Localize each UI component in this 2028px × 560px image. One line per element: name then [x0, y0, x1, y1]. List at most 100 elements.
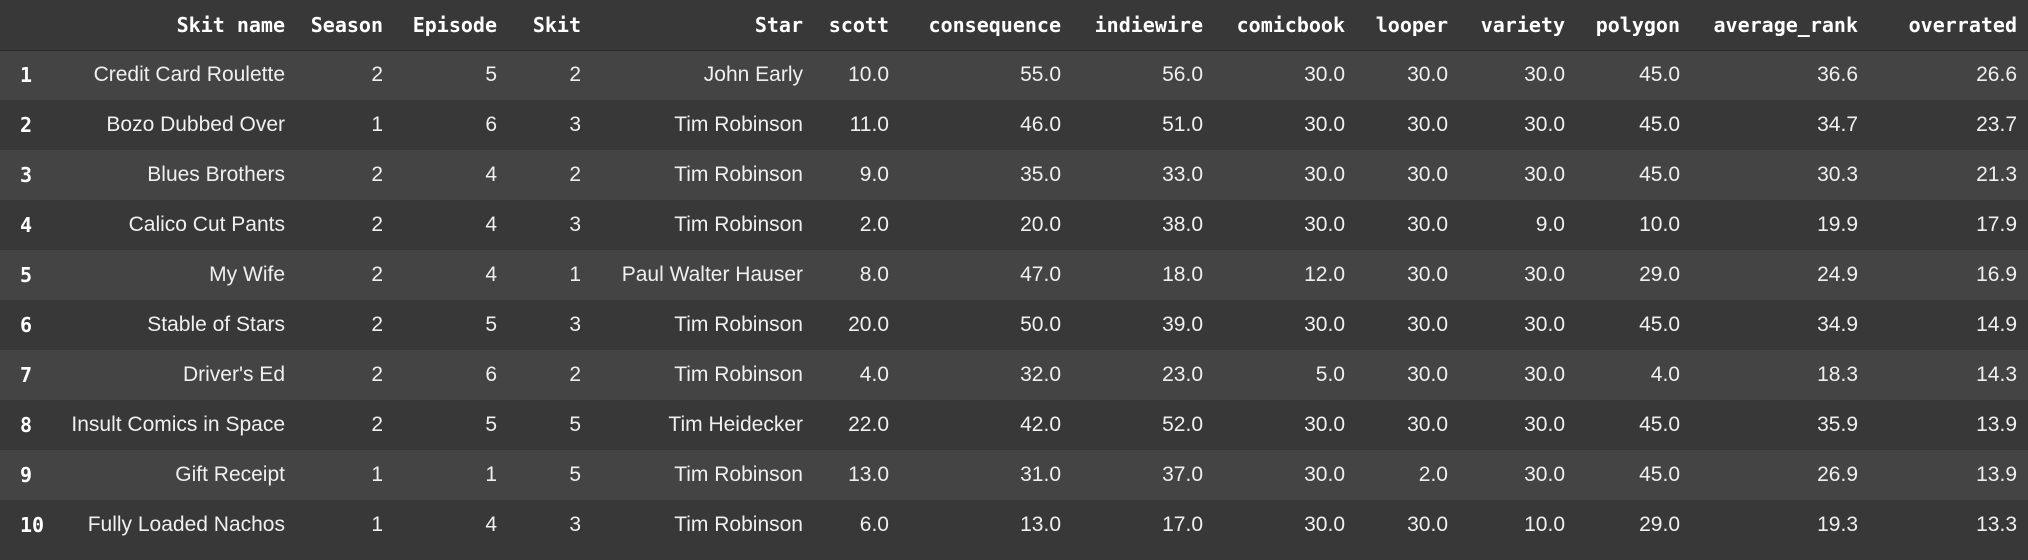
cell-skit: 2: [569, 363, 581, 386]
cell-skit: 2: [508, 49, 592, 100]
cell-variety: 30.0: [1524, 413, 1565, 436]
cell-scott: 13.0: [848, 463, 889, 486]
cell-looper: 30.0: [1407, 513, 1448, 536]
cell-season: 1: [371, 113, 383, 136]
cell-overrated: 17.9: [1976, 213, 2017, 236]
cell-star: Tim Robinson: [674, 163, 803, 186]
cell-star: Tim Robinson: [674, 213, 803, 236]
header-season: Season: [310, 12, 383, 37]
cell-comicbook: 12.0: [1304, 263, 1345, 286]
row-index: 1: [0, 49, 48, 100]
cell-indiewire: 23.0: [1162, 363, 1203, 386]
header-overrated: overrated: [1908, 12, 2017, 37]
cell-polygon: 29.0: [1639, 513, 1680, 536]
header-episode: Episode: [412, 12, 497, 37]
header-row: Skit name Season Episode Skit Star scott…: [0, 0, 2028, 50]
header-skit-name: Skit name: [176, 12, 285, 37]
table-row: 5 My Wife 2 4 1 Paul Walter Hauser 8.0 4…: [0, 250, 2028, 300]
row-index: 5: [20, 263, 33, 287]
cell-skit-name: Driver's Ed: [182, 363, 285, 386]
cell-star: Tim Robinson: [674, 463, 803, 486]
header-looper: looper: [1375, 12, 1448, 37]
cell-consequence: 47.0: [1020, 263, 1061, 286]
cell-overrated: 21.3: [1976, 163, 2017, 186]
header-star: Star: [754, 12, 803, 37]
cell-overrated: 14.3: [1976, 363, 2017, 386]
cell-comicbook: 30.0: [1304, 413, 1345, 436]
header-indiewire: indiewire: [1094, 12, 1203, 37]
cell-scott: 8.0: [859, 263, 889, 286]
row-index: 4: [20, 213, 33, 237]
cell-consequence: 46.0: [1020, 113, 1061, 136]
row-index: 7: [20, 363, 33, 387]
table-row: 1 Credit Card Roulette 2 5 2 John Early …: [0, 49, 2028, 100]
cell-looper: 30.0: [1407, 263, 1448, 286]
cell-variety: 9.0: [1535, 213, 1565, 236]
cell-season: 2: [371, 213, 383, 236]
cell-polygon: 45.0: [1639, 463, 1680, 486]
cell-episode: 1: [485, 463, 497, 486]
cell-polygon: 29.0: [1639, 263, 1680, 286]
dataframe-table: Skit name Season Episode Skit Star scott…: [0, 0, 2028, 550]
cell-variety: 30.0: [1524, 163, 1565, 186]
cell-scott: 9.0: [859, 163, 889, 186]
cell-consequence: 20.0: [1020, 213, 1061, 236]
cell-episode: 4: [485, 163, 497, 186]
cell-polygon: 45.0: [1639, 413, 1680, 436]
cell-comicbook: 30.0: [1304, 113, 1345, 136]
cell-indiewire: 18.0: [1162, 263, 1203, 286]
cell-indiewire: 33.0: [1162, 163, 1203, 186]
cell-looper: 30.0: [1407, 313, 1448, 336]
cell-skit: 1: [569, 263, 581, 286]
cell-average-rank: 26.9: [1817, 463, 1858, 486]
cell-scott: 22.0: [848, 413, 889, 436]
cell-season: 2: [371, 413, 383, 436]
cell-star: Tim Robinson: [674, 313, 803, 336]
cell-skit: 2: [569, 163, 581, 186]
cell-consequence: 31.0: [1020, 463, 1061, 486]
cell-episode: 4: [485, 513, 497, 536]
cell-average-rank: 24.9: [1817, 263, 1858, 286]
cell-season: 1: [371, 463, 383, 486]
cell-episode: 5: [485, 413, 497, 436]
row-index: 9: [20, 463, 33, 487]
cell-overrated: 26.6: [1869, 49, 2028, 100]
cell-indiewire: 51.0: [1162, 113, 1203, 136]
cell-skit: 3: [569, 213, 581, 236]
cell-comicbook: 5.0: [1315, 363, 1345, 386]
cell-skit-name: Stable of Stars: [147, 313, 285, 336]
row-index: 2: [20, 113, 33, 137]
table-row: 4 Calico Cut Pants 2 4 3 Tim Robinson 2.…: [0, 200, 2028, 250]
cell-variety: 30.0: [1524, 313, 1565, 336]
cell-overrated: 13.3: [1976, 513, 2017, 536]
cell-polygon: 45.0: [1639, 313, 1680, 336]
cell-skit-name: Fully Loaded Nachos: [87, 513, 285, 536]
row-index: 10: [20, 513, 45, 537]
cell-average-rank: 19.9: [1817, 213, 1858, 236]
header-comicbook: comicbook: [1236, 12, 1345, 37]
cell-skit-name: My Wife: [209, 263, 285, 286]
cell-average-rank: 30.3: [1817, 163, 1858, 186]
cell-star: Paul Walter Hauser: [621, 263, 803, 286]
cell-looper: 30.0: [1407, 163, 1448, 186]
row-index: 6: [20, 313, 33, 337]
cell-skit: 3: [569, 513, 581, 536]
cell-episode: 4: [485, 263, 497, 286]
cell-star: Tim Robinson: [674, 363, 803, 386]
cell-indiewire: 37.0: [1162, 463, 1203, 486]
cell-scott: 2.0: [859, 213, 889, 236]
table-row: 10 Fully Loaded Nachos 1 4 3 Tim Robinso…: [0, 500, 2028, 550]
cell-average-rank: 19.3: [1817, 513, 1858, 536]
cell-skit-name: Bozo Dubbed Over: [106, 113, 285, 136]
cell-looper: 30.0: [1356, 49, 1459, 100]
cell-skit: 3: [569, 313, 581, 336]
cell-polygon: 45.0: [1576, 49, 1691, 100]
table-row: 9 Gift Receipt 1 1 5 Tim Robinson 13.0 3…: [0, 450, 2028, 500]
cell-skit-name: Gift Receipt: [175, 463, 285, 486]
cell-indiewire: 52.0: [1162, 413, 1203, 436]
cell-overrated: 14.9: [1976, 313, 2017, 336]
cell-episode: 5: [394, 49, 508, 100]
cell-skit-name: Calico Cut Pants: [128, 213, 285, 236]
cell-consequence: 13.0: [1020, 513, 1061, 536]
table-row: 8 Insult Comics in Space 2 5 5 Tim Heide…: [0, 400, 2028, 450]
